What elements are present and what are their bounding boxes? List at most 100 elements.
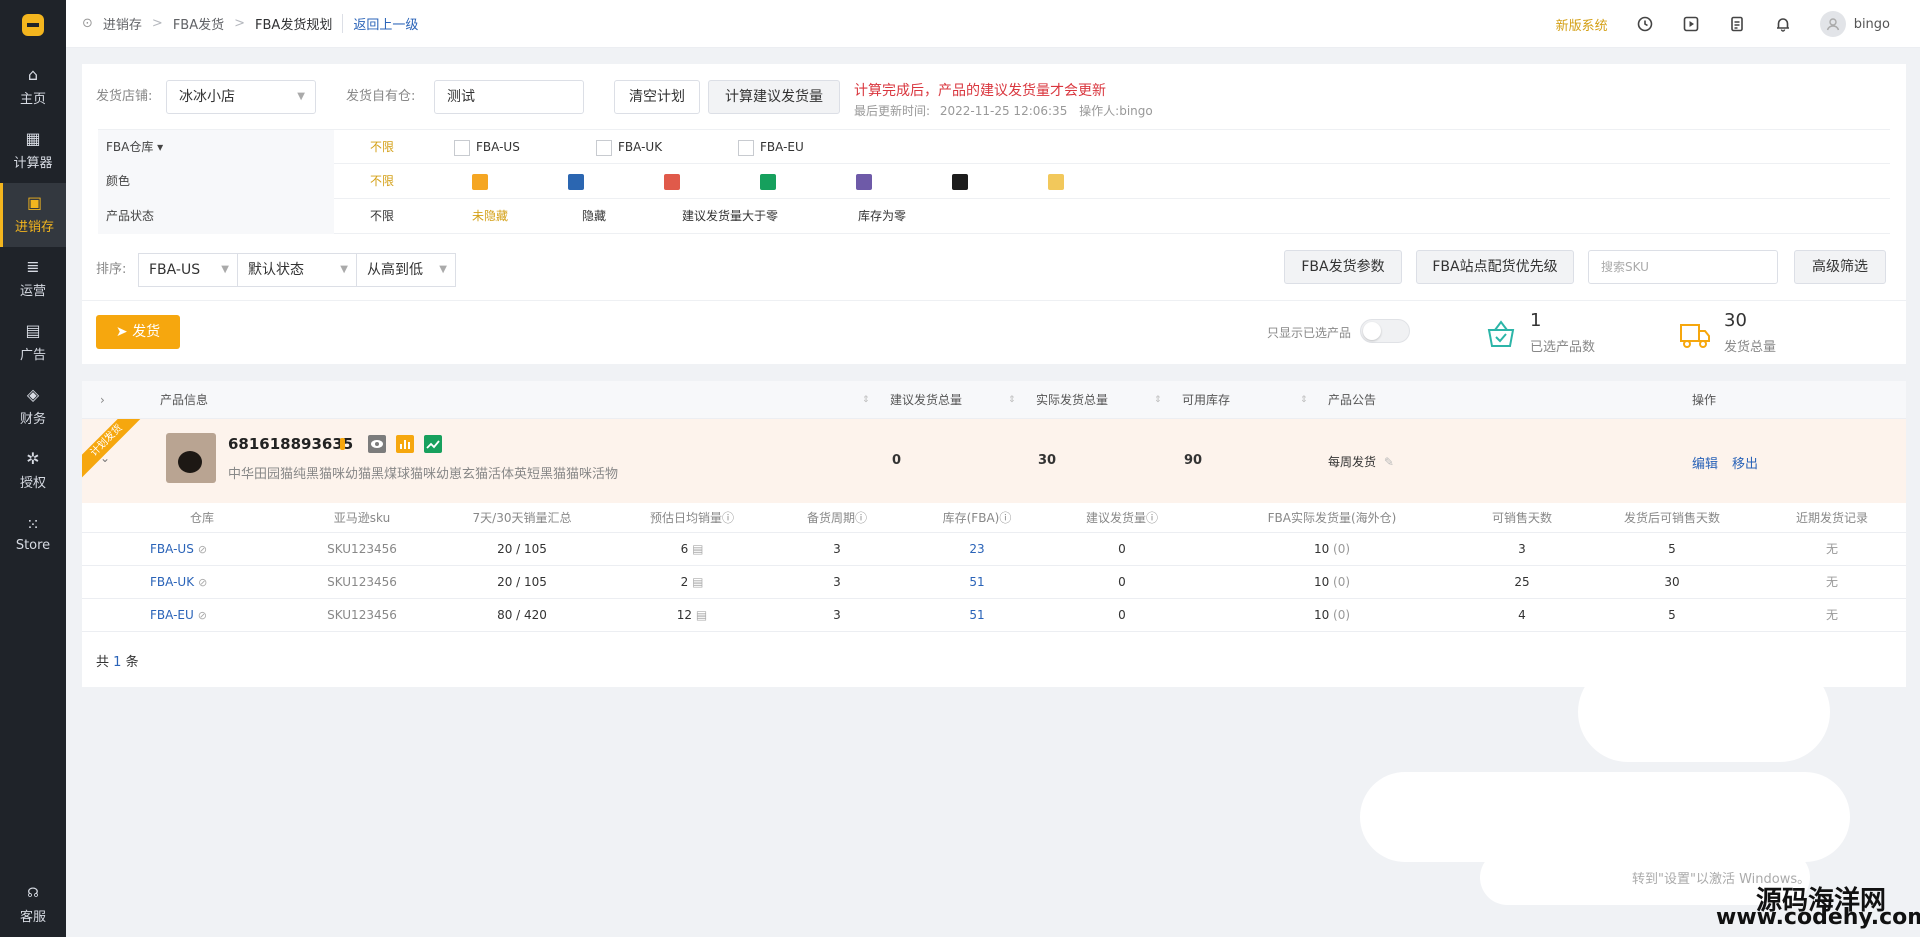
color-swatch[interactable] [952,174,968,190]
warehouse-cell[interactable]: FBA-US ⊘ [150,533,207,566]
pencil-icon[interactable]: ✎ [1384,455,1394,469]
tag-icon[interactable]: ⊘ [198,543,207,556]
sort-icon[interactable]: ⇕ [862,381,870,419]
fba-option-all[interactable]: 不限 [370,130,394,165]
bell-icon[interactable] [1774,15,1792,33]
sort-icon[interactable]: ⇕ [1300,381,1308,419]
fba-filter-label[interactable]: FBA仓库 ▾ [98,130,334,165]
tag-icon[interactable]: ⊘ [198,576,207,589]
warehouse-input[interactable]: 测试 [434,80,584,114]
calendar-icon[interactable]: ▤ [696,608,707,622]
sidebar-item-store[interactable]: ⁙ Store [0,503,66,567]
warehouse-cell[interactable]: FBA-UK ⊘ [150,566,207,599]
help-icon[interactable]: ⓘ [1146,511,1158,525]
warehouse-cell[interactable]: FBA-EU ⊘ [150,599,207,632]
only-selected-toggle[interactable] [1360,319,1410,343]
status-option-all[interactable]: 不限 [370,199,394,234]
sub-col-suggest-label: 建议发货量 [1085,511,1146,525]
status-filter-row: 产品状态 不限 未隐藏 隐藏 建议发货量大于零 库存为零 [98,199,1890,234]
eye-icon[interactable] [368,435,386,453]
user-menu[interactable]: bingo [1819,11,1890,37]
priority-button[interactable]: FBA站点配货优先级 [1416,250,1574,284]
search-sku-input[interactable]: 搜索SKU [1588,250,1778,284]
col-suggested-total[interactable]: 建议发货总量 [890,381,962,419]
fba-option-uk[interactable]: FBA-UK [596,130,662,165]
help-icon[interactable]: ⓘ [999,511,1011,525]
color-swatch[interactable] [1048,174,1064,190]
basket-icon [1487,320,1515,347]
color-swatch[interactable] [760,174,776,190]
store-select[interactable]: 冰冰小店 ▼ [166,80,316,114]
color-swatch[interactable] [568,174,584,190]
fba-option-eu[interactable]: FBA-EU [738,130,804,165]
collapse-icon[interactable]: ⌄ [100,451,110,465]
sidebar-item-finance[interactable]: ◈ 财务 [0,375,66,439]
days-cell: 3 [1518,542,1526,556]
sidebar-item-operation[interactable]: ≣ 运营 [0,247,66,311]
checkbox[interactable] [596,139,612,156]
days-after-cell: 5 [1668,608,1676,622]
sort-icon[interactable]: ⇕ [1008,381,1016,419]
document-icon[interactable] [1728,15,1746,33]
new-system-link[interactable]: 新版系统 [1556,15,1608,34]
watermark-url: www.codehy.com [1716,905,1920,930]
fba-params-button[interactable]: FBA发货参数 [1284,250,1402,284]
status-option-stock-zero[interactable]: 库存为零 [858,199,906,234]
back-link[interactable]: 返回上一级 [342,14,418,33]
sidebar-item-auth[interactable]: ✲ 授权 [0,439,66,503]
calendar-icon[interactable]: ▤ [692,575,703,589]
color-swatch[interactable] [856,174,872,190]
sort-icon[interactable]: ⇕ [1154,381,1162,419]
sidebar-item-calculator[interactable]: ▦ 计算器 [0,119,66,183]
sidebar-item-ad[interactable]: ▤ 广告 [0,311,66,375]
sort-order-select[interactable]: 从高到低 ▼ [356,253,456,287]
sidebar-item-support[interactable]: ☊ 客服 [0,873,66,937]
breadcrumb-item[interactable]: 进销存 [103,14,142,33]
status-option-hidden[interactable]: 隐藏 [582,199,606,234]
product-title: 中华田园猫纯黑猫咪幼猫黑煤球猫咪幼崽玄猫活体英短黑猫猫咪活物 [228,467,619,482]
sub-col-suggest: 建议发货量ⓘ [1052,503,1192,533]
checkbox[interactable] [454,139,470,156]
col-actual-total[interactable]: 实际发货总量 [1036,381,1108,419]
edit-link[interactable]: 编辑 [1692,453,1718,472]
color-option-all[interactable]: 不限 [370,164,394,199]
sort-warehouse-select[interactable]: FBA-US ▼ [138,253,238,287]
ship-button[interactable]: ➤ 发货 [96,315,180,349]
sort-warehouse-value: FBA-US [149,262,201,278]
color-swatch[interactable] [472,174,488,190]
tag-icon[interactable]: ⊘ [198,609,207,622]
product-thumbnail[interactable] [166,433,216,483]
fba-option-us[interactable]: FBA-US [454,130,520,165]
stock-cell[interactable]: 51 [912,599,1042,632]
help-icon[interactable]: ⓘ [722,511,734,525]
sidebar-item-home[interactable]: ⌂ 主页 [0,55,66,119]
video-icon[interactable] [1682,15,1700,33]
advanced-filter-button[interactable]: 高级筛选 [1794,250,1886,284]
days-cell: 4 [1518,608,1526,622]
calculate-button[interactable]: 计算建议发货量 [708,80,840,114]
sort-state-select[interactable]: 默认状态 ▼ [237,253,357,287]
app-logo[interactable] [0,0,66,50]
calendar-icon[interactable]: ▤ [692,542,703,556]
product-id[interactable]: 681618893635 [228,435,353,453]
status-option-visible[interactable]: 未隐藏 [472,199,508,234]
breadcrumb-item[interactable]: FBA发货 [173,14,224,33]
status-option-suggest-positive[interactable]: 建议发货量大于零 [682,199,778,234]
checkbox[interactable] [738,139,754,156]
clear-plan-button[interactable]: 清空计划 [614,80,700,114]
col-available-stock[interactable]: 可用库存 [1182,381,1230,419]
clock-icon[interactable] [1636,15,1654,33]
last-update-label: 最后更新时间: [854,104,931,118]
stock-cell[interactable]: 51 [912,566,1042,599]
sidebar-item-inventory[interactable]: ▣ 进销存 [0,183,66,247]
sub-col-warehouse: 仓库 [189,511,214,525]
available-stock-value: 90 [1184,453,1203,468]
remove-link[interactable]: 移出 [1732,453,1758,472]
ship-total: 30 [1724,310,1747,331]
help-icon[interactable]: ⓘ [855,511,867,525]
color-swatch[interactable] [664,174,680,190]
trend-chart-icon[interactable] [424,435,442,453]
bar-chart-icon[interactable] [396,435,414,453]
expand-all-icon[interactable]: › [100,381,105,419]
stock-cell[interactable]: 23 [912,533,1042,566]
